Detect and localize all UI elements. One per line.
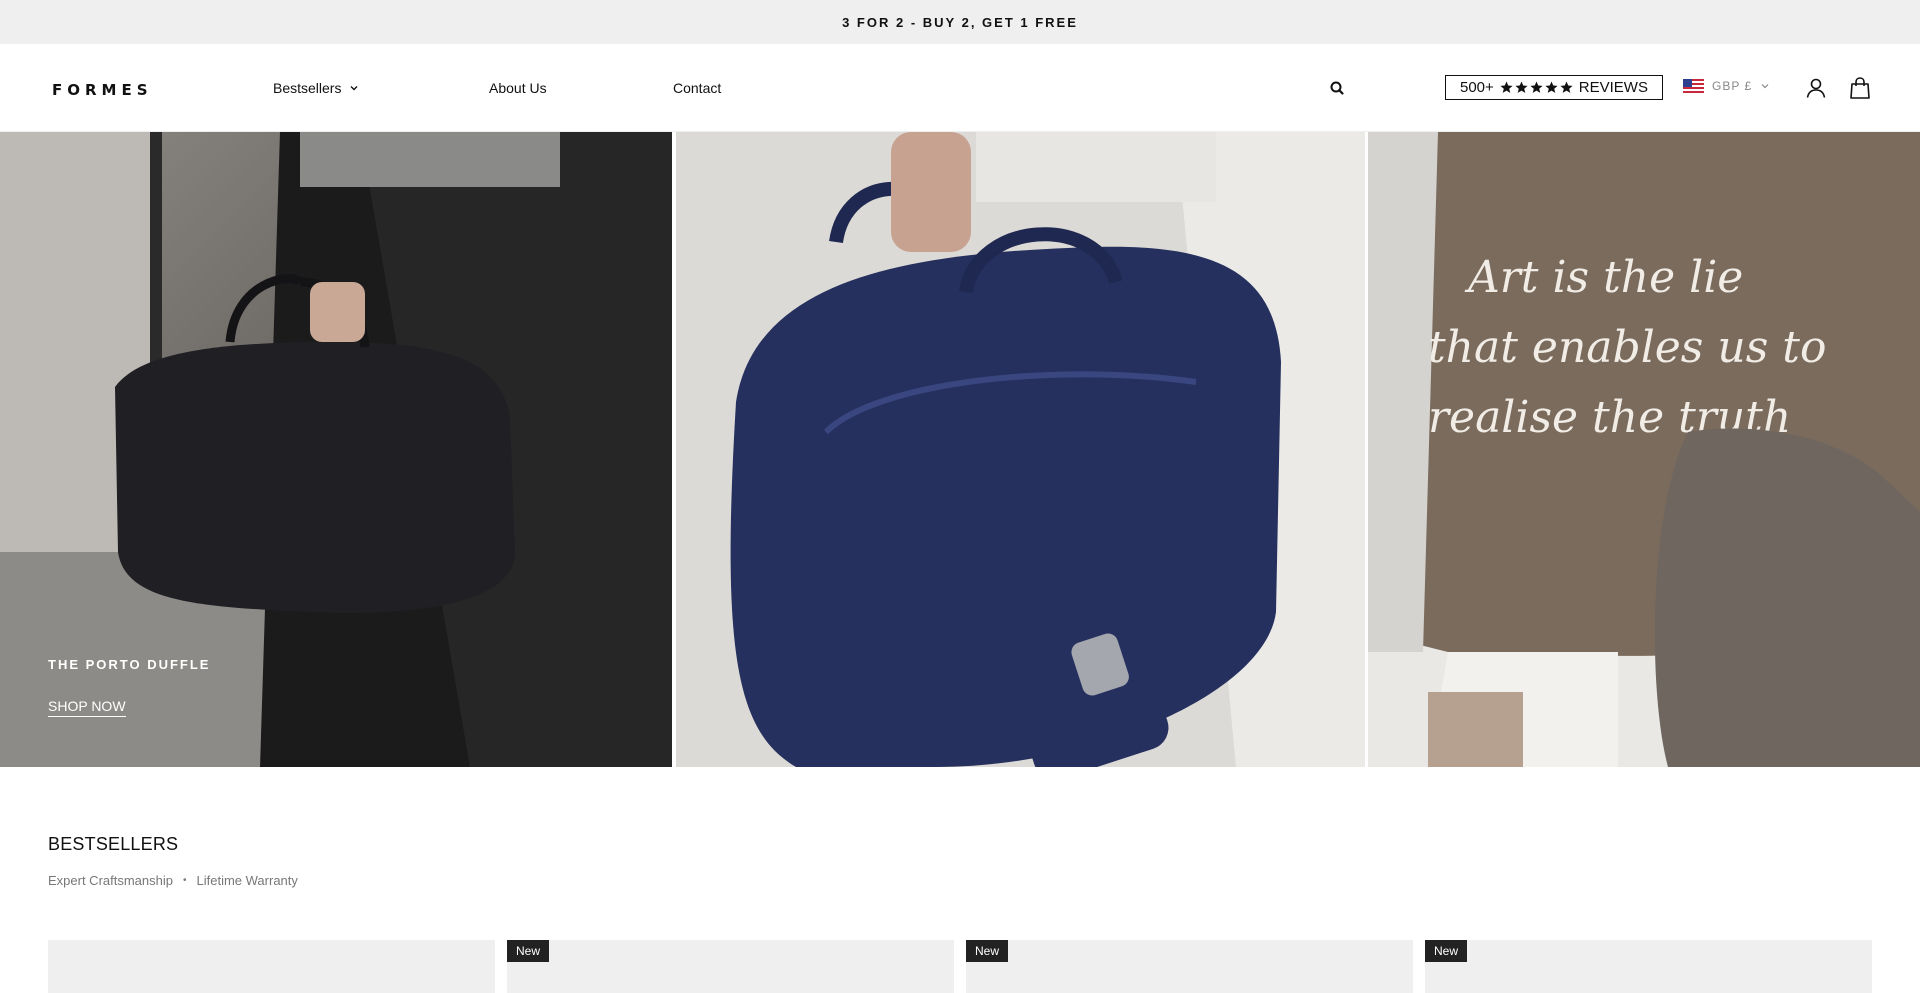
chevron-down-icon: [350, 86, 358, 91]
rating-stars: [1500, 81, 1573, 94]
hero-image-black-duffle[interactable]: THE PORTO DUFFLE SHOP NOW: [0, 132, 672, 767]
search-icon[interactable]: [1329, 80, 1345, 96]
account-icon[interactable]: [1805, 77, 1827, 99]
brand-logo[interactable]: FORMES: [52, 81, 153, 99]
hero-image-navy-duffle[interactable]: [676, 132, 1365, 767]
nav-contact-label: Contact: [673, 80, 722, 96]
bestsellers-features: Expert Craftsmanship • Lifetime Warranty: [48, 873, 298, 888]
svg-text:Art is the lie: Art is the lie: [1464, 252, 1743, 303]
chevron-down-icon: [1761, 84, 1769, 89]
currency-selector[interactable]: GBP £: [1683, 79, 1770, 93]
site-header: FORMES Bestsellers About Us Contact 500+…: [0, 44, 1920, 132]
new-badge: New: [507, 940, 550, 962]
new-badge: New: [966, 940, 1009, 962]
reviews-label: REVIEWS: [1578, 79, 1648, 96]
announcement-bar: 3 FOR 2 - BUY 2, GET 1 FREE: [0, 0, 1920, 44]
announcement-text: 3 FOR 2 - BUY 2, GET 1 FREE: [842, 14, 1078, 30]
product-card[interactable]: New: [966, 940, 1413, 993]
hero-banner: THE PORTO DUFFLE SHOP NOW Art is the lie…: [0, 132, 1920, 767]
svg-text:that enables us to: that enables us to: [1428, 322, 1826, 373]
product-card[interactable]: [48, 940, 495, 993]
star-icon: [1500, 81, 1513, 93]
taupe-bag-illustration: Art is the lie that enables us to realis…: [1368, 132, 1920, 767]
nav-about-us-label: About Us: [489, 80, 547, 96]
nav-bestsellers-label: Bestsellers: [273, 80, 342, 96]
currency-label: GBP £: [1712, 79, 1753, 93]
nav-bestsellers[interactable]: Bestsellers: [273, 80, 359, 96]
product-card[interactable]: New: [1425, 940, 1872, 993]
bestsellers-heading: BESTSELLERS: [48, 834, 179, 854]
hero-image-taupe-bag[interactable]: Art is the lie that enables us to realis…: [1368, 132, 1920, 767]
navy-duffle-illustration: [676, 132, 1365, 767]
nav-about-us[interactable]: About Us: [489, 80, 547, 96]
nav-contact[interactable]: Contact: [673, 80, 721, 96]
feature-separator: •: [183, 875, 187, 886]
star-icon: [1515, 81, 1528, 93]
star-icon: [1530, 81, 1543, 93]
new-badge: New: [1425, 940, 1468, 962]
shop-now-link[interactable]: SHOP NOW: [48, 698, 126, 717]
us-flag-icon: [1683, 79, 1704, 93]
hero-product-title: THE PORTO DUFFLE: [48, 657, 211, 672]
star-icon: [1560, 81, 1573, 93]
star-icon: [1545, 81, 1558, 93]
reviews-badge[interactable]: 500+ REVIEWS: [1445, 75, 1663, 100]
feature-craftsmanship: Expert Craftsmanship: [48, 873, 173, 888]
shopping-bag-icon[interactable]: [1849, 76, 1871, 100]
product-card[interactable]: New: [507, 940, 954, 993]
feature-warranty: Lifetime Warranty: [196, 873, 298, 888]
reviews-count: 500+: [1460, 79, 1494, 96]
